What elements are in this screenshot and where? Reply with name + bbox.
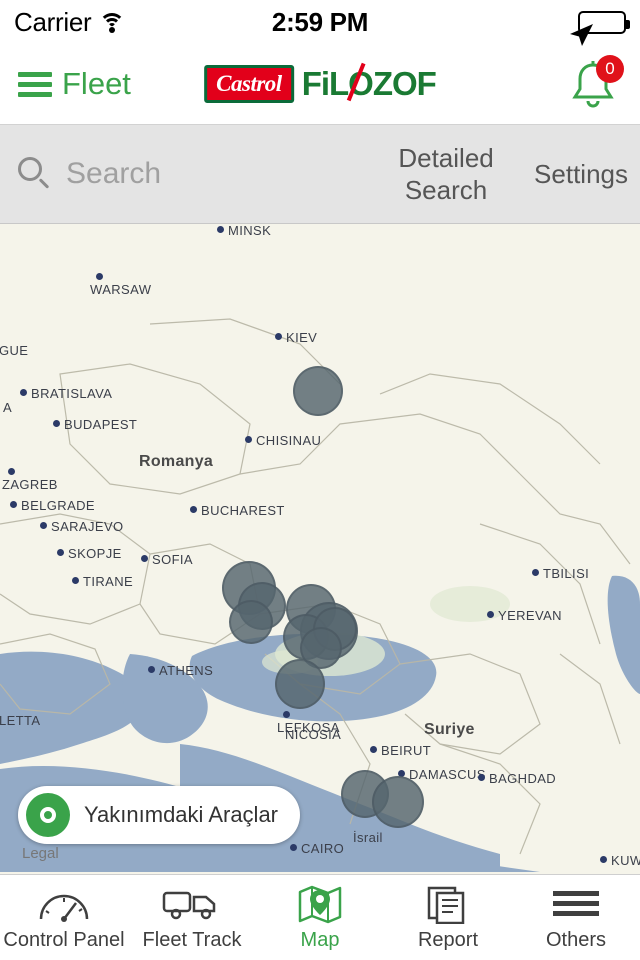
search-toolbar: Search Detailed Search Settings: [0, 124, 640, 224]
tab-report[interactable]: Report: [384, 875, 512, 960]
map-country-label: Suriye: [424, 721, 475, 738]
detailed-search-button[interactable]: Detailed Search: [374, 142, 524, 207]
vehicle-cluster[interactable]: [229, 600, 273, 644]
app-title: Fleet: [62, 66, 131, 101]
tab-others[interactable]: Others: [512, 875, 640, 960]
castrol-logo: Castrol: [204, 65, 294, 103]
filozof-logo: FiLOZOF: [302, 62, 437, 103]
notification-count-badge: 0: [596, 55, 624, 83]
hamburger-icon: [551, 883, 601, 925]
map-pin-icon: [297, 883, 343, 925]
app-root: Carrier 2:59 PM Fleet Castrol FiLOZOF 0 …: [0, 0, 640, 960]
bottom-tab-bar: Control Panel Fleet Track Map Report Oth…: [0, 874, 640, 960]
search-placeholder: Search: [66, 157, 162, 190]
truck-icon: [162, 883, 222, 925]
search-input[interactable]: Search: [18, 157, 374, 191]
legal-label[interactable]: Legal: [22, 845, 59, 862]
vehicle-cluster[interactable]: [372, 776, 424, 828]
tab-label: Map: [300, 929, 340, 951]
target-locate-icon: [26, 793, 70, 837]
tab-label: Others: [545, 929, 607, 951]
search-icon: [18, 157, 52, 191]
settings-button[interactable]: Settings: [524, 159, 628, 190]
notifications-button[interactable]: 0: [564, 55, 624, 113]
ios-status-bar: Carrier 2:59 PM: [0, 0, 640, 46]
clock-label: 2:59 PM: [271, 6, 369, 37]
document-icon: [426, 883, 470, 925]
tab-fleet-track[interactable]: Fleet Track: [128, 875, 256, 960]
nearby-vehicles-button[interactable]: Yakınımdaki Araçlar: [18, 786, 301, 844]
battery-icon: [578, 10, 630, 34]
app-header: Fleet Castrol FiLOZOF 0: [0, 44, 640, 124]
vehicle-cluster[interactable]: [293, 366, 343, 416]
tab-label: Fleet Track: [142, 929, 242, 951]
hamburger-menu-icon: [18, 71, 52, 97]
sidebar-menu-button[interactable]: Fleet: [18, 66, 131, 102]
status-bar-right: [568, 10, 630, 46]
vehicle-cluster[interactable]: [275, 659, 325, 709]
map-canvas[interactable]: MINSK WARSAW KIEV GUE BRATISLAVA A BUDAP…: [0, 224, 640, 874]
tab-control-panel[interactable]: Control Panel: [0, 875, 128, 960]
brand-logos: Castrol FiLOZOF: [204, 62, 437, 103]
gauge-icon: [38, 883, 90, 925]
tab-label: Control Panel: [3, 929, 125, 951]
tab-map[interactable]: Map: [256, 875, 384, 960]
nearby-vehicles-label: Yakınımdaki Araçlar: [84, 802, 279, 827]
map-country-label: Romanya: [139, 453, 214, 470]
tab-label: Report: [417, 929, 479, 951]
